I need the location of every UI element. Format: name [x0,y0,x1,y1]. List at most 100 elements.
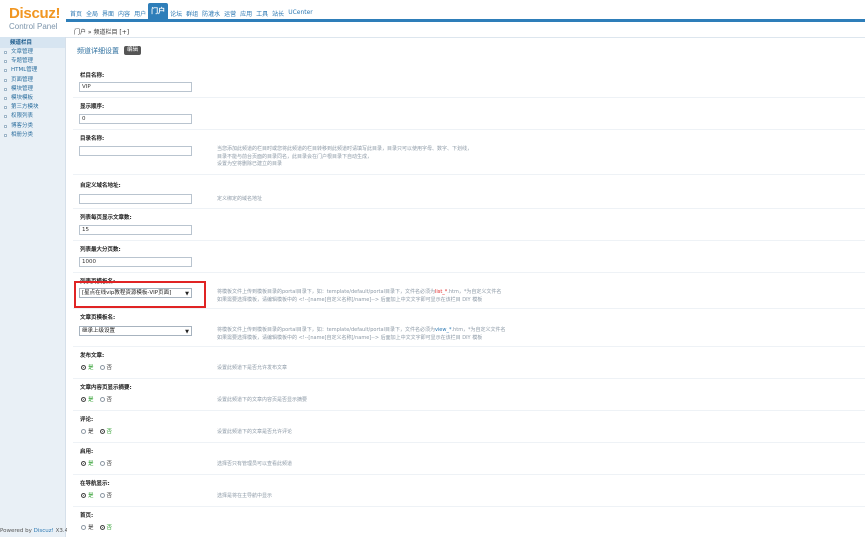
top-nav-item[interactable]: 防灌水 [200,6,222,21]
red-highlight-box [74,281,206,308]
top-nav-item[interactable]: 群组 [184,6,200,21]
top-nav-item[interactable]: 应用 [238,6,254,21]
help-line: 设置为空将删除已建立的目录 [217,161,283,167]
edit-button[interactable]: 编辑 [124,46,142,55]
radio-label: 是 [88,365,94,371]
list-template-help: 将模板文件上传到模板目录的portal目录下，如：template/defaul… [217,289,547,304]
dir-name-input[interactable] [79,146,192,156]
allow-publish-radio-group: 是否 [81,363,112,371]
logo-title: Discuz! [9,5,61,22]
article-template-value: 继承上级设置 [82,328,116,334]
top-nav-item[interactable]: 全局 [84,6,100,21]
row-divider [73,308,865,309]
breadcrumb[interactable]: 门户 » 频道栏目 [+] [74,27,129,36]
allow-comment-radio-group: 是否 [81,427,112,435]
logo-subtitle: Control Panel [9,22,58,31]
row-divider [73,174,865,175]
channel-name-input[interactable]: VIP [79,82,192,92]
radio-label: 是 [88,397,94,403]
enabled-help: 选择否只有管理员可以查看此频道 [217,461,293,467]
radio-circle-icon [99,460,105,466]
top-nav-item[interactable]: 站长 [270,6,286,21]
row-divider [73,378,865,379]
bullet-icon [4,106,7,110]
radio-no[interactable]: 否 [99,491,112,499]
sidebar-item[interactable]: 文章管理 [0,48,65,57]
logo[interactable]: Discuz! Control Panel [0,0,66,37]
radio-no[interactable]: 否 [99,427,113,435]
sidebar-item[interactable]: 权限列表 [0,112,65,121]
radio-circle-icon [99,492,105,498]
radio-no[interactable]: 否 [99,395,112,403]
sidebar-item[interactable]: 博客分类 [0,122,65,131]
row-divider [73,474,865,475]
top-nav-item[interactable]: UCenter [286,6,315,21]
top-nav-item[interactable]: 用户 [132,6,148,21]
radio-yes[interactable]: 是 [81,427,94,435]
sidebar-item-label: 权限列表 [11,113,34,120]
top-nav-item[interactable]: 门户 [148,3,169,20]
in-nav-radio-group: 是否 [81,491,112,499]
sidebar-item-label: 文章管理 [11,49,34,55]
help-text: 将模板文件上传到模板目录的portal目录下，如：template/defaul… [217,327,435,333]
radio-no[interactable]: 否 [99,523,112,531]
sidebar-item[interactable]: 模块模板 [0,94,65,103]
sidebar-item[interactable]: 页面管理 [0,76,65,85]
row-divider [73,346,865,347]
radio-circle-icon [99,524,105,530]
radio-circle-icon [99,396,105,402]
custom-domain-help: 定义绑定的域名地址 [217,196,263,202]
row-divider [73,97,865,98]
powered-by: Powered by Discuz! X3.4 [0,528,68,534]
sidebar-item[interactable]: 模块管理 [0,85,65,94]
dir-name-help: 当您添加此频道的栏目时或您将此频道的栏目转移到此频道时请填写此目录，目录只可以使… [217,146,547,169]
radio-yes[interactable]: 是 [81,459,94,467]
bullet-icon [4,133,7,137]
powered-brand-link[interactable]: Discuz! [34,528,54,534]
sidebar-item-label: 博客分类 [11,122,34,129]
custom-domain-input[interactable] [79,194,192,204]
top-nav-item[interactable]: 内容 [116,6,132,21]
sidebar-item[interactable]: 专题管理 [0,57,65,66]
radio-circle-icon [81,428,86,434]
show-summary-label: 文章内容页显示摘要: [80,385,132,391]
help-line: 将模板文件上传到模板目录的portal目录下，如：template/defaul… [217,289,547,297]
top-nav-item[interactable]: 界面 [100,6,116,21]
sidebar-item[interactable]: 相册分类 [0,131,65,140]
row-divider [73,442,865,443]
homepage-label: 首页: [80,513,94,519]
display-order-input[interactable]: 0 [79,114,192,124]
allow-comment-help: 设置此频道下的文章是否允许评论 [217,429,293,435]
display-order-label: 显示顺序: [80,104,105,110]
section-title: 频道详细设置 [77,47,119,55]
max-pages-input[interactable]: 1000 [79,257,192,267]
top-nav-item[interactable]: 工具 [254,6,270,21]
radio-yes[interactable]: 是 [81,395,94,403]
per-page-label: 列表每页显示文章数: [80,215,132,221]
sidebar-item-label: 第三方模块 [11,104,39,111]
allow-publish-label: 发布文章: [80,353,105,359]
in-nav-label: 在导航显示: [80,481,110,487]
radio-label: 否 [106,429,113,435]
sidebar-item[interactable]: HTML管理 [0,66,65,75]
dropdown-arrow-icon: ▼ [185,329,189,335]
sidebar-item[interactable]: 频道栏目 [0,37,65,48]
radio-circle-icon [81,492,86,498]
sidebar-item-label: 专题管理 [11,58,34,65]
powered-prefix: Powered by [0,528,34,534]
radio-no[interactable]: 否 [99,363,112,371]
max-pages-label: 列表最大分页数: [80,247,121,253]
top-nav-item[interactable]: 运营 [222,6,238,21]
sidebar-item[interactable]: 第三方模块 [0,103,65,112]
row-divider [73,240,865,241]
help-line: 目录不能与前台页面的目录同名，此目录会在门户根目录下自动生成， [217,153,373,160]
top-nav-item[interactable]: 论坛 [168,6,184,21]
radio-yes[interactable]: 是 [81,363,94,371]
radio-yes[interactable]: 是 [81,491,94,499]
radio-no[interactable]: 否 [99,459,112,467]
article-template-select[interactable]: 继承上级设置 ▼ [79,326,192,336]
radio-label: 是 [88,493,94,499]
per-page-input[interactable]: 15 [79,225,192,235]
radio-yes[interactable]: 是 [81,523,94,531]
top-nav-item[interactable]: 首页 [68,6,84,21]
